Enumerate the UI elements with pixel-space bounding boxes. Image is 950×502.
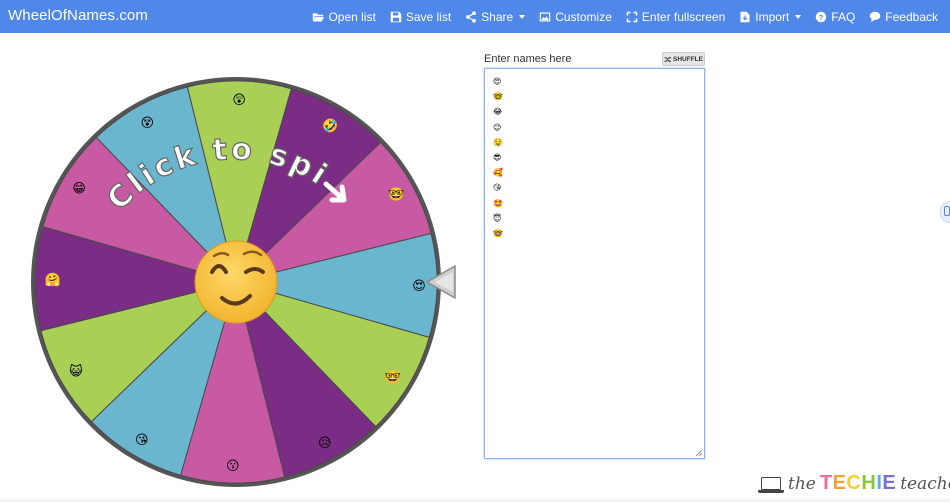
wheel-slice-emoji: 😍 (412, 278, 426, 293)
logo-letter: E (832, 472, 847, 494)
name-entry: 🤓 (493, 92, 503, 102)
name-entry: 🥰 (493, 168, 503, 178)
wheel-slice-emoji: 😥 (318, 435, 332, 450)
laptop-icon (758, 477, 784, 493)
logo-the: the (788, 474, 816, 494)
wheel-slice-emoji: 😗 (226, 458, 240, 473)
faq-button[interactable]: ? FAQ (815, 10, 855, 24)
name-entry: 😉 (493, 122, 502, 132)
folder-open-icon (313, 12, 325, 21)
logo-letter: H (861, 472, 877, 494)
open-list-button[interactable]: Open list (312, 10, 376, 24)
techie-teacher-logo: the TECHIE teacher (758, 473, 950, 493)
logo-letter: C (846, 472, 862, 494)
fullscreen-icon (626, 11, 638, 22)
logo-techie: TECHIE (820, 473, 896, 493)
shuffle-button[interactable]: SHUFFLE (662, 52, 705, 66)
save-list-button[interactable]: Save list (390, 10, 451, 24)
name-entry: 😇 (493, 213, 502, 223)
names-textarea[interactable]: 😍 🤓 😂 😉 🤤 😎 🥰 😘 🤩 😇 🤓 (484, 68, 705, 459)
wheel-pointer (425, 264, 456, 300)
chevron-down-icon (519, 14, 526, 19)
logo-letter: T (819, 472, 833, 494)
question-icon: ? (816, 11, 827, 22)
name-entry: 😍 (493, 77, 502, 86)
name-entry: 😘 (493, 183, 502, 193)
feedback-button[interactable]: Feedback (869, 10, 938, 24)
wheel-slice-emoji: 🤓 (385, 369, 401, 384)
name-entry: 😂 (493, 107, 503, 117)
names-label: Enter names here (484, 53, 572, 65)
shuffle-icon (664, 55, 671, 63)
name-entry: 🤤 (493, 137, 503, 147)
top-navbar: WheelOfNames.com Open list Save list Sha… (0, 0, 950, 33)
import-dropdown[interactable]: Import (739, 10, 802, 24)
center-wink-emoji[interactable] (194, 240, 278, 324)
microphone-tab[interactable] (940, 201, 950, 223)
wheel-slice-emoji: 🤓 (388, 186, 404, 201)
save-icon (390, 11, 402, 22)
share-dropdown[interactable]: Share (465, 10, 526, 24)
microphone-icon (944, 206, 950, 216)
svg-text:?: ? (819, 13, 824, 22)
customize-button[interactable]: Customize (539, 10, 612, 24)
import-icon (740, 11, 750, 22)
wheel-slice-emoji: 😲 (232, 92, 246, 107)
resize-handle[interactable] (696, 450, 702, 456)
wheel-slice-emoji: 😵 (140, 115, 154, 130)
wheel-slice-emoji: 😺 (69, 364, 83, 379)
name-entry: 🤓 (493, 228, 503, 238)
logo-teacher: teacher (900, 474, 950, 494)
image-icon (539, 12, 551, 21)
comment-icon (870, 11, 881, 22)
navbar-menu: Open list Save list Share Customize Ente… (312, 0, 938, 33)
names-list: 😍 🤓 😂 😉 🤤 😎 🥰 😘 🤩 😇 🤓 (493, 74, 704, 241)
wheel-slice-emoji: 🤗 (45, 272, 61, 287)
wheel-slice-emoji: 🤣 (321, 118, 338, 134)
share-icon (466, 10, 477, 23)
spin-wheel[interactable]: 😍🤓😥😗😘😺🤗😁😵😲🤣🤓 Click to spin (30, 76, 442, 488)
name-entry: 🤩 (493, 198, 503, 208)
fullscreen-button[interactable]: Enter fullscreen (626, 10, 725, 24)
wheel-graphic[interactable]: 😍🤓😥😗😘😺🤗😁😵😲🤣🤓 Click to spin (30, 76, 442, 488)
chevron-down-icon (795, 14, 802, 19)
site-brand[interactable]: WheelOfNames.com (8, 7, 148, 24)
wheel-slice-emoji: 😘 (135, 432, 149, 447)
logo-letter: E (882, 472, 897, 494)
wheel-slice-emoji: 😁 (72, 181, 86, 196)
name-entry: 😎 (493, 152, 502, 162)
